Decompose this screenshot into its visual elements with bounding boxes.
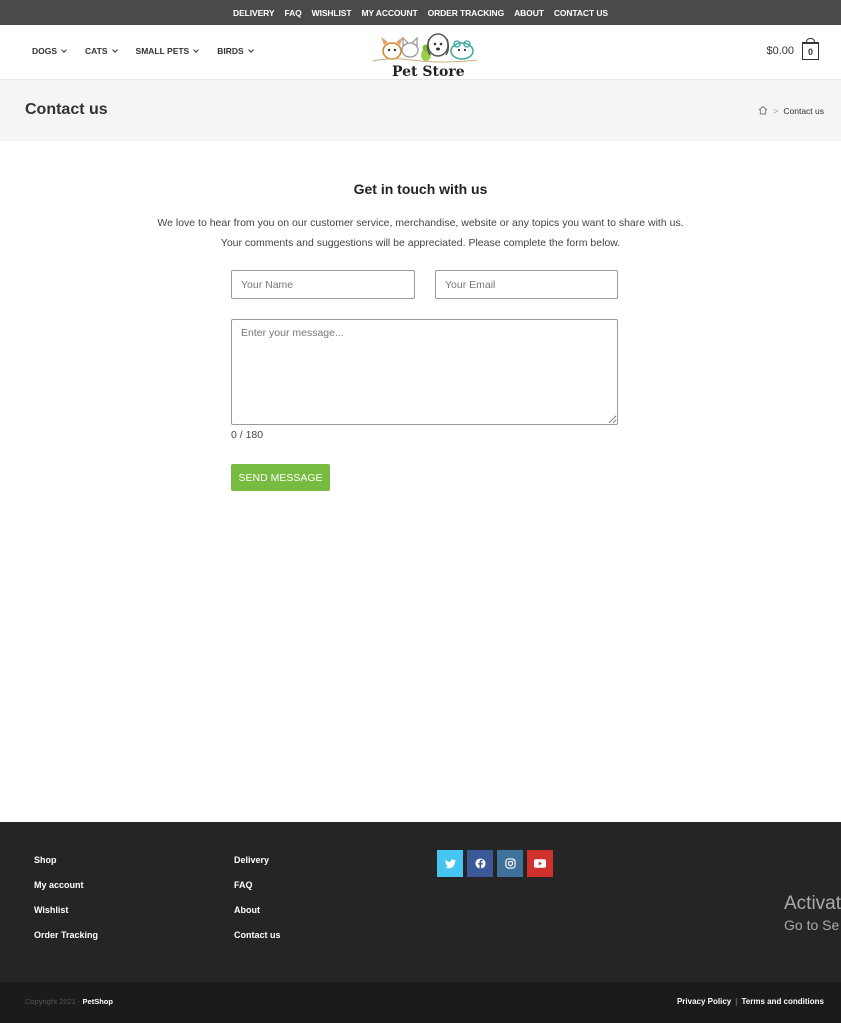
footer-link-contact-us[interactable]: Contact us bbox=[234, 930, 281, 941]
topbar-link-order-tracking[interactable]: ORDER TRACKING bbox=[428, 8, 505, 18]
copyright-brand-link[interactable]: PetShop bbox=[83, 997, 113, 1006]
page-title: Contact us bbox=[25, 101, 108, 118]
footer-link-delivery[interactable]: Delivery bbox=[234, 855, 281, 866]
page-header: Contact us > Contact us bbox=[0, 80, 841, 141]
copyright: Copyright 2021 - PetShop bbox=[25, 997, 113, 1006]
chevron-down-icon bbox=[61, 46, 67, 53]
nav-item-dogs[interactable]: DOGS bbox=[32, 46, 67, 56]
topbar-link-wishlist[interactable]: WISHLIST bbox=[312, 8, 352, 18]
topbar-link-my-account[interactable]: MY ACCOUNT bbox=[361, 8, 417, 18]
site-header: DOGS CATS SMALL PETS BIRDS Pet Store $0.… bbox=[0, 25, 841, 80]
privacy-policy-link[interactable]: Privacy Policy bbox=[677, 997, 731, 1006]
shopping-bag-icon: 0 bbox=[802, 38, 819, 60]
intro-line-1: We love to hear from you on our customer… bbox=[157, 217, 684, 229]
nav-label: DOGS bbox=[32, 46, 58, 56]
character-counter: 0 / 180 bbox=[231, 429, 264, 441]
cart-total: $0.00 bbox=[766, 45, 794, 57]
nav-label: CATS bbox=[85, 46, 108, 56]
windows-activation-watermark: Activat Go to Se bbox=[784, 893, 841, 935]
email-input[interactable] bbox=[435, 270, 618, 299]
pets-illustration-icon bbox=[372, 33, 478, 63]
chevron-down-icon bbox=[193, 46, 200, 53]
nav-item-birds[interactable]: BIRDS bbox=[217, 46, 254, 56]
breadcrumb-current: Contact us bbox=[783, 106, 824, 116]
nav-item-small-pets[interactable]: SMALL PETS bbox=[135, 46, 200, 56]
topbar-link-delivery[interactable]: DELIVERY bbox=[233, 8, 275, 18]
cart[interactable]: $0.00 0 bbox=[766, 38, 819, 60]
breadcrumb-separator: > bbox=[773, 106, 779, 116]
footer-link-about[interactable]: About bbox=[234, 905, 281, 916]
topbar-link-about[interactable]: ABOUT bbox=[514, 8, 544, 18]
intro-line-2: Your comments and suggestions will be ap… bbox=[220, 237, 621, 249]
footer-link-shop[interactable]: Shop bbox=[34, 855, 98, 866]
site-footer: Shop My account Wishlist Order Tracking … bbox=[0, 822, 841, 982]
home-icon[interactable] bbox=[758, 105, 768, 117]
send-message-button[interactable]: SEND MESSAGE bbox=[231, 464, 330, 491]
instagram-icon[interactable] bbox=[497, 850, 523, 877]
twitter-icon[interactable] bbox=[437, 850, 463, 877]
activate-line-1: Activat bbox=[784, 893, 841, 914]
contact-heading: Get in touch with us bbox=[353, 181, 488, 197]
topbar-link-contact-us[interactable]: CONTACT US bbox=[554, 8, 608, 18]
contact-section: Get in touch with us We love to hear fro… bbox=[0, 141, 841, 822]
footer-link-my-account[interactable]: My account bbox=[34, 880, 98, 891]
site-logo[interactable]: Pet Store bbox=[372, 29, 478, 80]
main-nav: DOGS CATS SMALL PETS BIRDS bbox=[32, 46, 254, 56]
footer-link-wishlist[interactable]: Wishlist bbox=[34, 905, 98, 916]
nav-label: SMALL PETS bbox=[135, 46, 190, 56]
legal-links: Privacy Policy | Terms and conditions bbox=[677, 997, 824, 1006]
top-bar: DELIVERY FAQ WISHLIST MY ACCOUNT ORDER T… bbox=[0, 0, 841, 25]
footer-link-faq[interactable]: FAQ bbox=[234, 880, 281, 891]
terms-link[interactable]: Terms and conditions bbox=[741, 997, 824, 1006]
youtube-icon[interactable] bbox=[527, 850, 553, 877]
bottom-bar: Copyright 2021 - PetShop Privacy Policy … bbox=[0, 982, 841, 1023]
nav-label: BIRDS bbox=[217, 46, 244, 56]
chevron-down-icon bbox=[111, 46, 118, 53]
social-links bbox=[437, 850, 553, 877]
footer-link-order-tracking[interactable]: Order Tracking bbox=[34, 930, 98, 941]
topbar-link-faq[interactable]: FAQ bbox=[284, 8, 301, 18]
name-input[interactable] bbox=[231, 270, 415, 299]
nav-item-cats[interactable]: CATS bbox=[85, 46, 118, 56]
footer-column-shop: Shop My account Wishlist Order Tracking bbox=[34, 855, 98, 941]
facebook-icon[interactable] bbox=[467, 850, 493, 877]
message-textarea[interactable] bbox=[231, 319, 618, 425]
breadcrumb: > Contact us bbox=[758, 105, 824, 117]
chevron-down-icon bbox=[247, 46, 254, 53]
legal-separator: | bbox=[735, 997, 738, 1006]
copyright-text: Copyright 2021 - bbox=[25, 997, 83, 1006]
footer-column-info: Delivery FAQ About Contact us bbox=[234, 855, 281, 941]
logo-text: Pet Store bbox=[392, 64, 465, 80]
activate-line-2: Go to Se bbox=[784, 917, 840, 933]
contact-intro: We love to hear from you on our customer… bbox=[0, 213, 841, 253]
cart-count: 0 bbox=[807, 46, 813, 57]
